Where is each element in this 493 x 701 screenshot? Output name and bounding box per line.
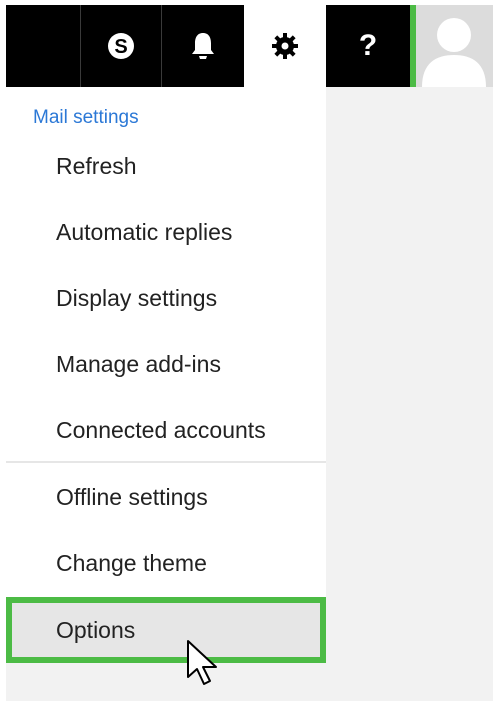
- menu-item-change-theme[interactable]: Change theme: [6, 533, 326, 593]
- menu-item-label: Change theme: [56, 549, 207, 576]
- skype-icon: S: [108, 33, 134, 59]
- bell-icon: [192, 33, 214, 59]
- menu-item-label: Display settings: [56, 284, 218, 311]
- menu-item-offline-settings[interactable]: Offline settings: [6, 467, 326, 527]
- menu-divider: [6, 461, 326, 463]
- menu-item-label: Offline settings: [56, 483, 208, 510]
- content-area-bottom: [6, 663, 326, 701]
- menu-item-refresh[interactable]: Refresh: [6, 136, 326, 196]
- user-avatar-icon: [422, 18, 486, 87]
- menu-item-display-settings[interactable]: Display settings: [6, 268, 326, 328]
- menu-header: Mail settings: [33, 107, 139, 128]
- topbar-blank-button[interactable]: [6, 5, 80, 87]
- settings-menu: Mail settings Refresh Automatic replies …: [6, 87, 326, 663]
- menu-item-label: Refresh: [56, 152, 137, 179]
- menu-item-label: Connected accounts: [56, 416, 266, 443]
- gear-icon: [272, 33, 298, 59]
- menu-item-options[interactable]: Options: [6, 597, 326, 663]
- top-bar: S ?: [6, 5, 493, 87]
- help-button[interactable]: ?: [326, 5, 410, 87]
- menu-item-manage-add-ins[interactable]: Manage add-ins: [6, 334, 326, 394]
- skype-button[interactable]: S: [81, 5, 161, 87]
- menu-item-connected-accounts[interactable]: Connected accounts: [6, 400, 326, 460]
- content-area: [326, 87, 493, 701]
- menu-item-label: Automatic replies: [56, 218, 233, 245]
- settings-button[interactable]: [244, 5, 326, 87]
- menu-item-automatic-replies[interactable]: Automatic replies: [6, 202, 326, 262]
- menu-item-label: Manage add-ins: [56, 350, 221, 377]
- svg-text:S: S: [114, 36, 127, 58]
- notifications-button[interactable]: [162, 5, 244, 87]
- question-icon: ?: [358, 29, 378, 62]
- menu-item-label: Options: [56, 616, 136, 643]
- avatar[interactable]: [410, 5, 493, 87]
